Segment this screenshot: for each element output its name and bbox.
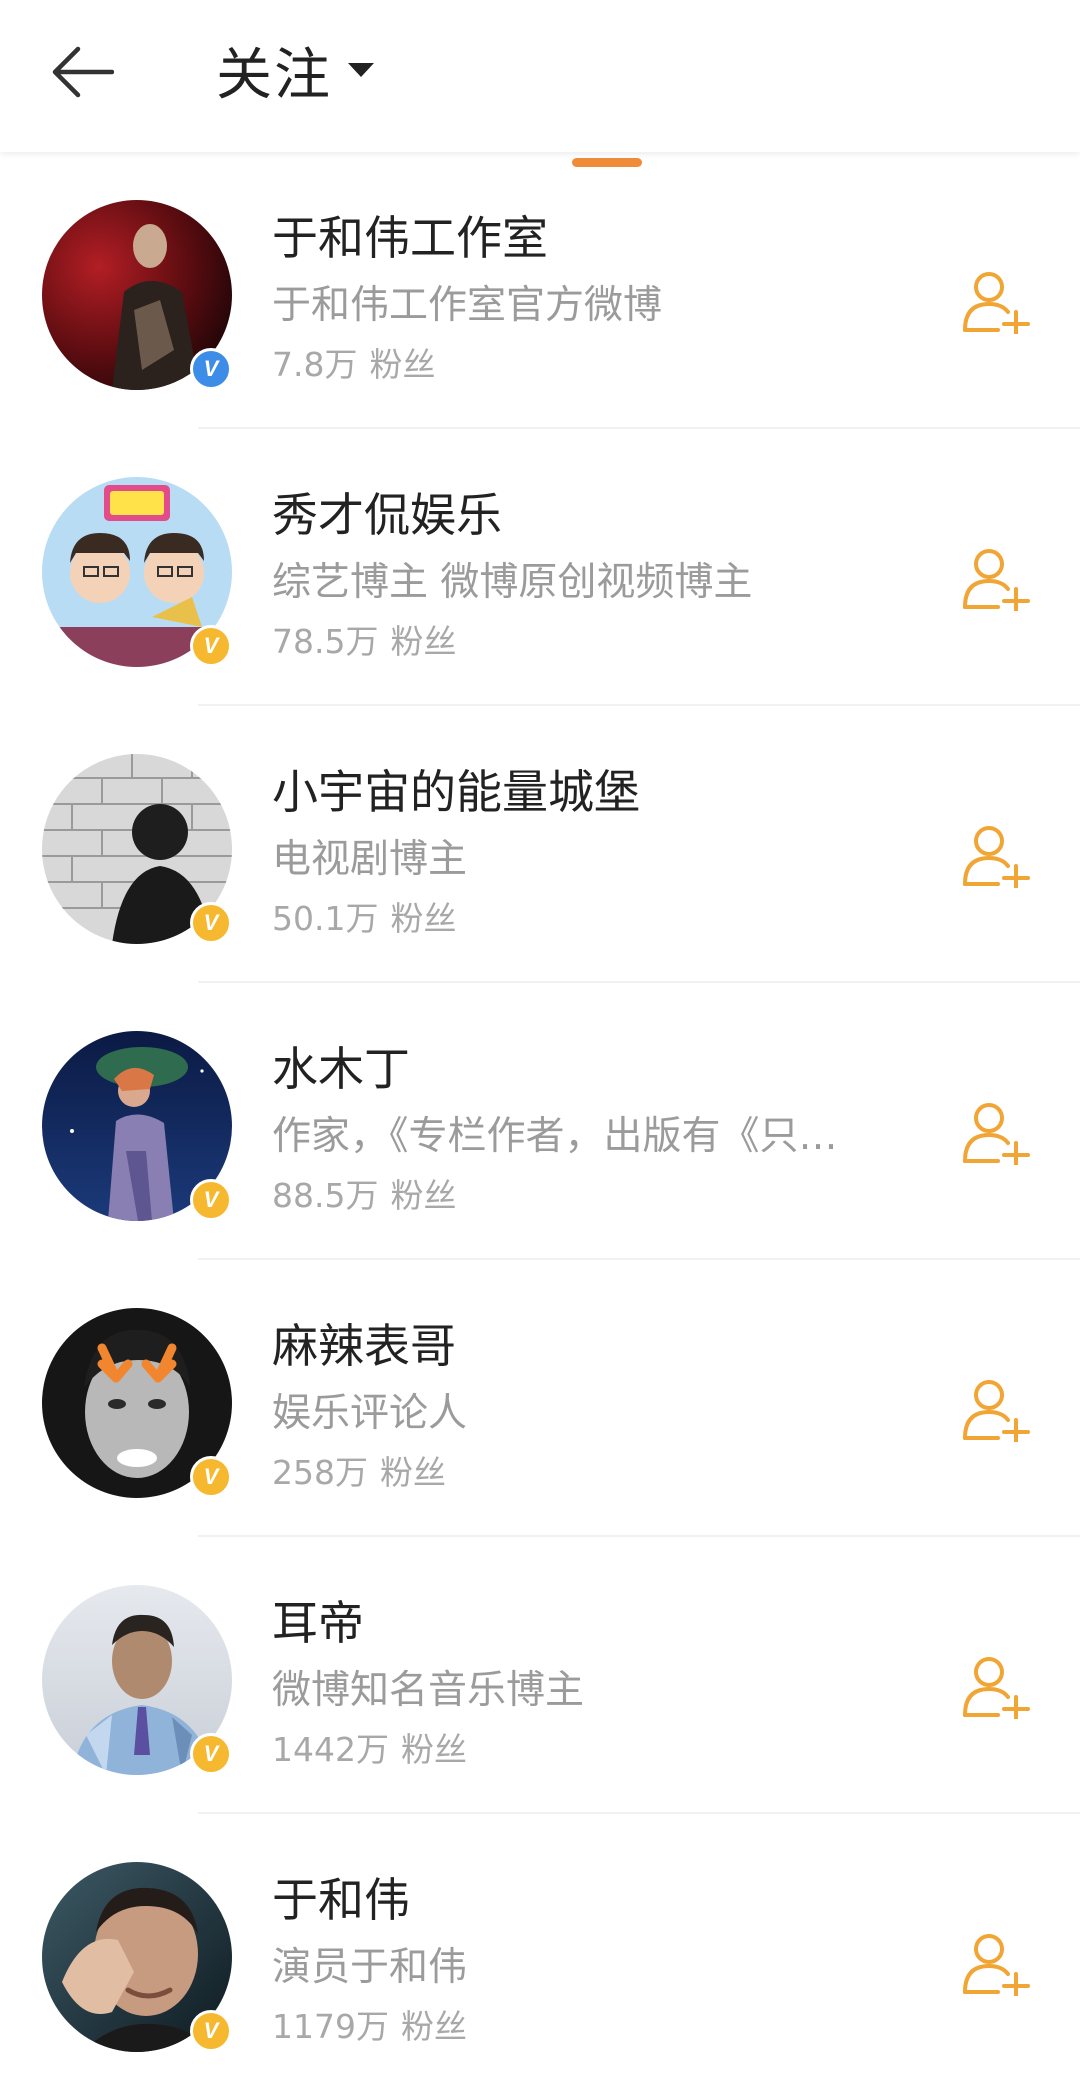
fans-count: 258万 粉丝: [272, 1453, 446, 1492]
list-item[interactable]: V 麻辣表哥 娱乐评论人 258万 粉丝: [0, 1260, 1080, 1537]
follow-button[interactable]: [958, 539, 1038, 619]
fans-count: 1442万 粉丝: [272, 1730, 467, 1769]
add-user-icon: [963, 1934, 1030, 1996]
caret-down-icon: [348, 63, 374, 77]
arrow-left-icon: [52, 46, 114, 98]
user-name[interactable]: 水木丁: [272, 1033, 410, 1099]
user-description: 娱乐评论人: [272, 1391, 468, 1436]
user-name[interactable]: 秀才侃娱乐: [272, 479, 502, 545]
back-button[interactable]: [44, 34, 120, 110]
tab-indicator: [572, 158, 642, 167]
list-item[interactable]: V 水木丁 作家，《专栏作者，出版有《只… 88.5万 粉丝: [0, 983, 1080, 1260]
user-description: 综艺博主 微博原创视频博主: [272, 560, 753, 605]
list-item[interactable]: V 耳帝 微博知名音乐博主 1442万 粉丝: [0, 1537, 1080, 1814]
user-name[interactable]: 耳帝: [272, 1587, 364, 1653]
user-description: 微博知名音乐博主: [272, 1668, 585, 1713]
verified-badge-icon: V: [190, 625, 232, 667]
top-bar: 关注: [0, 0, 1080, 152]
add-user-icon: [963, 826, 1030, 888]
add-user-icon: [963, 549, 1030, 611]
add-user-icon: [963, 272, 1030, 334]
user-description: 演员于和伟: [272, 1945, 468, 1990]
follow-button[interactable]: [958, 816, 1038, 896]
fans-count: 50.1万 粉丝: [272, 899, 457, 938]
user-name[interactable]: 于和伟工作室: [272, 202, 548, 268]
list-item[interactable]: V 小宇宙的能量城堡 电视剧博主 50.1万 粉丝: [0, 706, 1080, 983]
follow-button[interactable]: [958, 1370, 1038, 1450]
follow-button[interactable]: [958, 1093, 1038, 1173]
fans-count: 7.8万 粉丝: [272, 345, 436, 384]
fans-count: 78.5万 粉丝: [272, 622, 457, 661]
user-name[interactable]: 麻辣表哥: [272, 1310, 456, 1376]
add-user-icon: [963, 1657, 1030, 1719]
follow-button[interactable]: [958, 1924, 1038, 2004]
user-description: 于和伟工作室官方微博: [272, 283, 663, 328]
verified-badge-icon: V: [190, 1733, 232, 1775]
title-dropdown[interactable]: 关注: [216, 30, 374, 110]
page-title: 关注: [216, 42, 332, 108]
user-description: 作家，《专栏作者，出版有《只…: [272, 1114, 838, 1159]
user-name[interactable]: 小宇宙的能量城堡: [272, 756, 640, 822]
user-description: 电视剧博主: [272, 837, 468, 882]
add-user-icon: [963, 1380, 1030, 1442]
verified-badge-icon: V: [190, 348, 232, 390]
list-item[interactable]: V 于和伟工作室 于和伟工作室官方微博 7.8万 粉丝: [0, 152, 1080, 429]
user-name[interactable]: 于和伟: [272, 1864, 410, 1930]
list-item[interactable]: V 秀才侃娱乐 综艺博主 微博原创视频博主 78.5万 粉丝: [0, 429, 1080, 706]
follow-button[interactable]: [958, 262, 1038, 342]
verified-badge-icon: V: [190, 902, 232, 944]
fans-count: 1179万 粉丝: [272, 2007, 467, 2046]
follow-button[interactable]: [958, 1647, 1038, 1727]
verified-badge-icon: V: [190, 1456, 232, 1498]
add-user-icon: [963, 1103, 1030, 1165]
fans-count: 88.5万 粉丝: [272, 1176, 457, 1215]
verified-badge-icon: V: [190, 2010, 232, 2052]
verified-badge-icon: V: [190, 1179, 232, 1221]
user-list: V 于和伟工作室 于和伟工作室官方微博 7.8万 粉丝 V 秀才侃娱乐 综艺博主…: [0, 152, 1080, 2091]
list-item[interactable]: V 于和伟 演员于和伟 1179万 粉丝: [0, 1814, 1080, 2091]
